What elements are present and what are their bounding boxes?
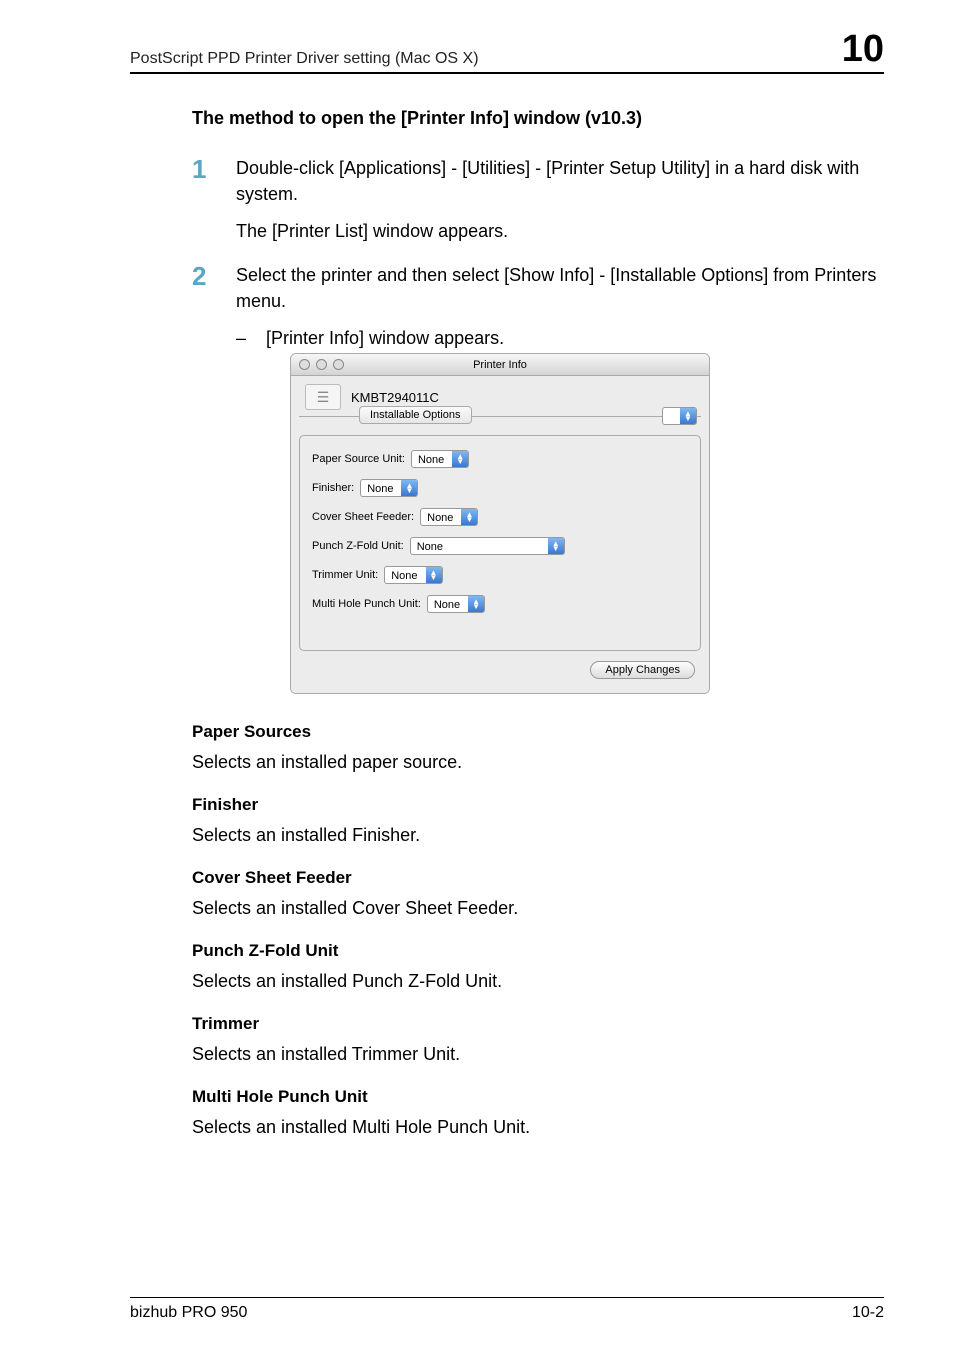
step-1-followup: The [Printer List] window appears. xyxy=(236,221,884,242)
section-body: Selects an installed Punch Z-Fold Unit. xyxy=(192,971,884,992)
step-text: Select the printer and then select [Show… xyxy=(236,262,884,314)
titlebar: Printer Info xyxy=(291,354,709,376)
header-title: PostScript PPD Printer Driver setting (M… xyxy=(130,50,479,68)
option-label: Trimmer Unit: xyxy=(312,569,378,581)
section-head-multi-hole: Multi Hole Punch Unit xyxy=(192,1087,884,1107)
chevrons-icon: ▲▼ xyxy=(548,538,564,554)
section-head-punch-zfold: Punch Z-Fold Unit xyxy=(192,941,884,961)
option-label: Paper Source Unit: xyxy=(312,453,405,465)
section-body: Selects an installed paper source. xyxy=(192,752,884,773)
step-1: 1 Double-click [Applications] - [Utiliti… xyxy=(192,155,884,207)
punch-zfold-select[interactable]: None ▲▼ xyxy=(410,537,565,555)
section-head-cover-sheet: Cover Sheet Feeder xyxy=(192,868,884,888)
option-label: Cover Sheet Feeder: xyxy=(312,511,414,523)
footer-left: bizhub PRO 950 xyxy=(130,1304,247,1322)
option-finisher: Finisher: None ▲▼ xyxy=(312,479,688,497)
options-frame: Paper Source Unit: None ▲▼ Finisher: Non… xyxy=(299,435,701,651)
step-text: Double-click [Applications] - [Utilities… xyxy=(236,155,884,207)
section-head-trimmer: Trimmer xyxy=(192,1014,884,1034)
section-head-finisher: Finisher xyxy=(192,795,884,815)
option-paper-source: Paper Source Unit: None ▲▼ xyxy=(312,450,688,468)
mac-window: Printer Info ☰ KMBT294011C Installable O… xyxy=(290,353,710,694)
bullet-text: [Printer Info] window appears. xyxy=(266,328,504,349)
option-trimmer: Trimmer Unit: None ▲▼ xyxy=(312,566,688,584)
section-body: Selects an installed Multi Hole Punch Un… xyxy=(192,1117,884,1138)
chapter-number: 10 xyxy=(842,30,884,68)
option-label: Punch Z-Fold Unit: xyxy=(312,540,404,552)
apply-row: Apply Changes xyxy=(305,661,695,679)
printer-name: KMBT294011C xyxy=(351,390,439,405)
subsection-title: The method to open the [Printer Info] wi… xyxy=(192,108,884,129)
tab-bar: Installable Options ▲▼ Paper Source Unit… xyxy=(299,416,701,651)
step-2-bullet: – [Printer Info] window appears. xyxy=(236,328,884,349)
paper-source-select[interactable]: None ▲▼ xyxy=(411,450,469,468)
finisher-select[interactable]: None ▲▼ xyxy=(360,479,418,497)
chevrons-icon: ▲▼ xyxy=(426,567,442,583)
step-2: 2 Select the printer and then select [Sh… xyxy=(192,262,884,314)
trimmer-select[interactable]: None ▲▼ xyxy=(384,566,442,584)
section-body: Selects an installed Trimmer Unit. xyxy=(192,1044,884,1065)
section-head-paper-sources: Paper Sources xyxy=(192,722,884,742)
window-title: Printer Info xyxy=(291,359,709,371)
page-footer: bizhub PRO 950 10-2 xyxy=(130,1297,884,1322)
cover-sheet-select[interactable]: None ▲▼ xyxy=(420,508,478,526)
footer-right: 10-2 xyxy=(852,1304,884,1322)
option-punch-zfold: Punch Z-Fold Unit: None ▲▼ xyxy=(312,537,688,555)
section-body: Selects an installed Cover Sheet Feeder. xyxy=(192,898,884,919)
page-header: PostScript PPD Printer Driver setting (M… xyxy=(130,30,884,74)
chevrons-icon: ▲▼ xyxy=(468,596,484,612)
chevrons-icon: ▲▼ xyxy=(401,480,417,496)
window-body: ☰ KMBT294011C Installable Options ▲▼ Pap… xyxy=(291,376,709,693)
step-number: 1 xyxy=(192,155,236,207)
chevrons-icon: ▲▼ xyxy=(452,451,468,467)
panel-selector[interactable]: ▲▼ xyxy=(662,407,697,425)
chevrons-icon: ▲▼ xyxy=(461,509,477,525)
step-number: 2 xyxy=(192,262,236,314)
option-label: Finisher: xyxy=(312,482,354,494)
option-multi-hole: Multi Hole Punch Unit: None ▲▼ xyxy=(312,595,688,613)
tab-installable-options: Installable Options xyxy=(359,406,472,424)
chevrons-icon: ▲▼ xyxy=(680,408,696,424)
printer-info-dialog: Printer Info ☰ KMBT294011C Installable O… xyxy=(290,353,884,694)
option-cover-sheet: Cover Sheet Feeder: None ▲▼ xyxy=(312,508,688,526)
apply-changes-button[interactable]: Apply Changes xyxy=(590,661,695,679)
multi-hole-select[interactable]: None ▲▼ xyxy=(427,595,485,613)
section-body: Selects an installed Finisher. xyxy=(192,825,884,846)
bullet-dash: – xyxy=(236,328,266,349)
option-label: Multi Hole Punch Unit: xyxy=(312,598,421,610)
